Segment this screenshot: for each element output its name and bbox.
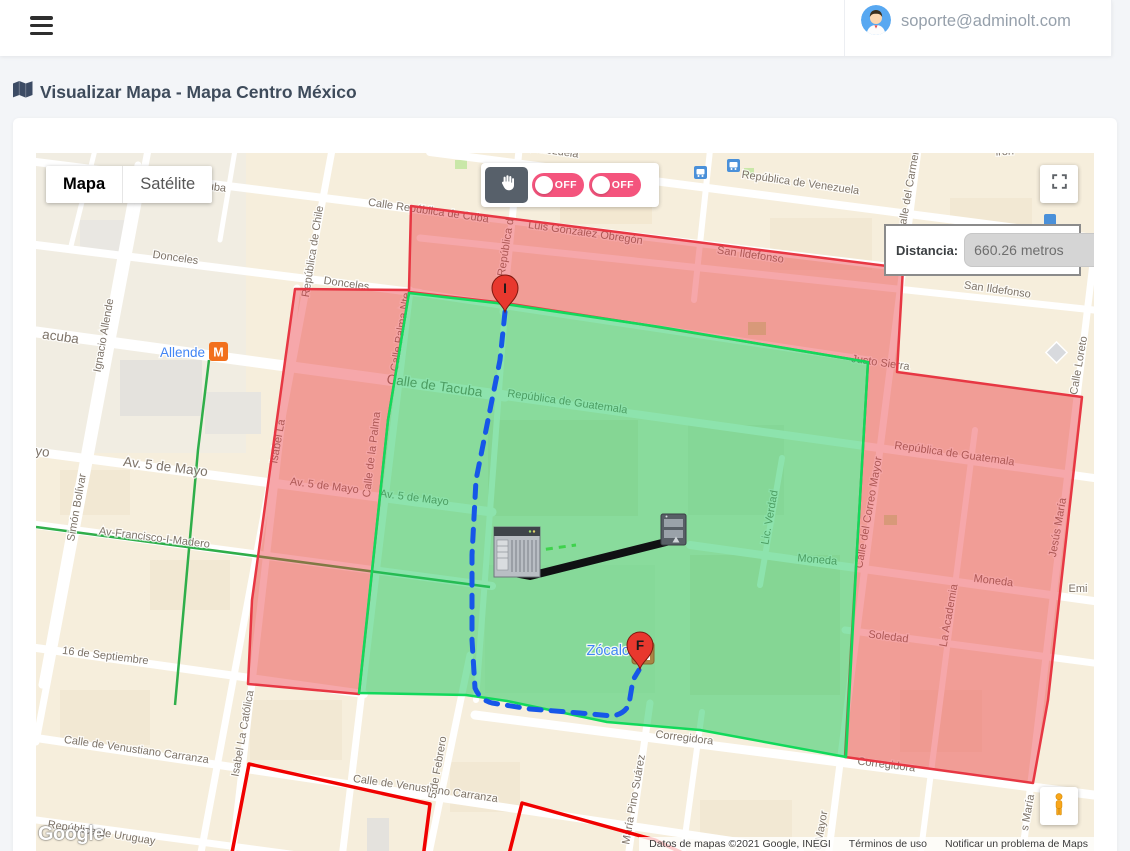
svg-text:M: M [213, 346, 223, 360]
map-canvas[interactable]: de Cuba Calle República de Cuba de Venez… [36, 153, 1094, 851]
olt-device-icon[interactable] [494, 527, 540, 577]
map-icon [13, 81, 33, 103]
map-type-map-button[interactable]: Mapa [46, 166, 122, 203]
metro-icon[interactable]: M [209, 342, 228, 361]
pegman-icon [1048, 792, 1070, 821]
user-menu[interactable]: soporte@adminolt.com [844, 0, 1112, 56]
hand-tool-button[interactable] [485, 167, 528, 203]
breadcrumb: Visualizar Mapa - Mapa Centro México [13, 78, 357, 106]
splitter-device-icon[interactable] [661, 514, 686, 545]
bus-icon [727, 159, 740, 172]
map-type-control: Mapa Satélite [46, 166, 212, 203]
user-email: soporte@adminolt.com [901, 12, 1071, 31]
attribution-data: Datos de mapas ©2021 Google, INEGI [649, 838, 831, 850]
green-zone-polygon [359, 293, 868, 757]
bus-icon [694, 166, 707, 179]
svg-text:I: I [503, 281, 507, 296]
google-logo[interactable]: Google [38, 823, 104, 846]
toggle-switch-2[interactable]: OFF [589, 173, 641, 197]
hand-icon [497, 173, 517, 198]
zocalo-label[interactable]: Zócalo [586, 643, 630, 659]
allende-label[interactable]: Allende [160, 345, 205, 360]
map-card: de Cuba Calle República de Cuba de Venez… [13, 118, 1117, 851]
avatar [861, 5, 891, 35]
page-title: Visualizar Mapa - Mapa Centro México [40, 82, 357, 103]
distance-input[interactable] [964, 233, 1094, 267]
hamburger-icon[interactable] [30, 16, 54, 40]
map-attribution: Datos de mapas ©2021 Google, INEGI Térmi… [639, 837, 1094, 851]
toggle-label: OFF [612, 179, 634, 191]
toggle-switch-1[interactable]: OFF [532, 173, 584, 197]
distance-panel: Distancia: [884, 224, 1081, 276]
report-problem-link[interactable]: Notificar un problema de Maps [945, 838, 1088, 850]
toggle-label: OFF [555, 179, 577, 191]
svg-text:Emi: Emi [1069, 583, 1088, 595]
map-type-satellite-button[interactable]: Satélite [123, 166, 212, 203]
app-window: soporte@adminolt.com Visualizar Mapa - M… [0, 0, 1130, 851]
fullscreen-icon [1050, 172, 1069, 196]
tools-panel: OFF OFF [481, 163, 659, 207]
fullscreen-button[interactable] [1040, 165, 1078, 203]
toggle-knob [535, 176, 553, 194]
terms-link[interactable]: Términos de uso [849, 838, 927, 850]
pegman-button[interactable] [1040, 787, 1078, 825]
top-navbar: soporte@adminolt.com [0, 0, 1112, 56]
toggle-knob [592, 176, 610, 194]
svg-text:F: F [636, 638, 644, 653]
distance-label: Distancia: [896, 243, 958, 258]
svg-text:yo: yo [36, 443, 51, 460]
